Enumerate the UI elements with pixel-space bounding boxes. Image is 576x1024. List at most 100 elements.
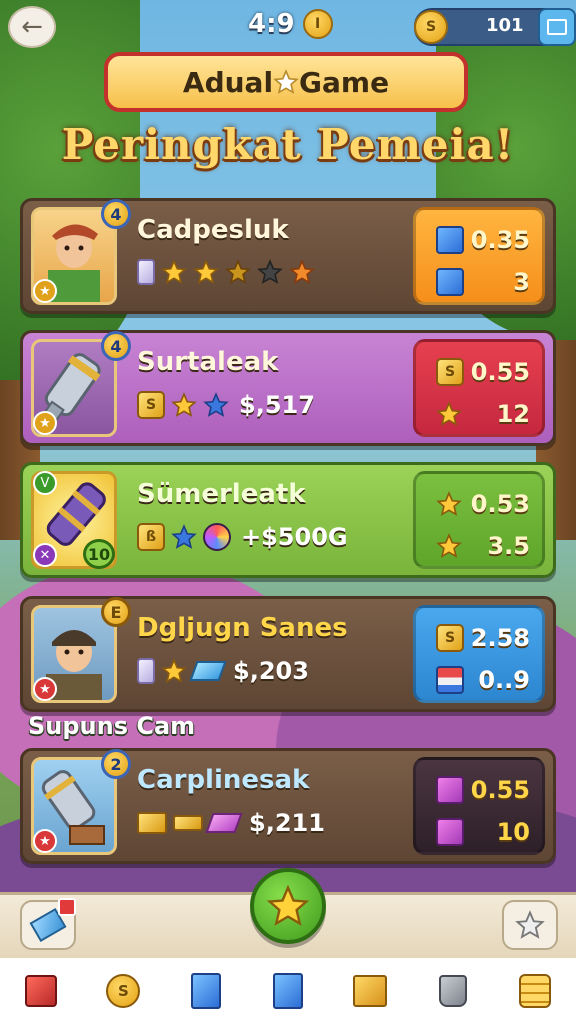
score-line: 0.53 [436, 484, 530, 524]
page-title: Peringkat Pemeia! [61, 120, 515, 169]
rank-badge: E [101, 597, 131, 627]
nav-bank[interactable] [513, 969, 557, 1013]
coin-box-icon: ß [137, 523, 165, 551]
player-rewards: $,203 [137, 657, 309, 685]
rank-badge: 4 [101, 199, 131, 229]
nav-bag[interactable] [431, 969, 475, 1013]
gem-icon [137, 658, 155, 684]
coin-icon: I [302, 9, 333, 39]
score-value: 3.5 [487, 532, 530, 560]
score-panel: 0.53 3.5 [413, 471, 545, 569]
purple-crystal-icon [436, 818, 464, 846]
coin-box-icon: S [436, 624, 464, 652]
star-icon [171, 392, 197, 417]
blue-cube-icon [190, 973, 221, 1009]
nav-inventory[interactable] [184, 969, 228, 1013]
leaderboard-row[interactable]: 2 ★ Carplinesak $,211 0.55 10 [20, 748, 556, 864]
back-button[interactable]: ← [8, 6, 56, 48]
score-line: 0.55 [436, 770, 530, 810]
book-stack-icon [436, 666, 464, 694]
blue-gem-icon [189, 661, 227, 681]
reward-value: $,203 [233, 657, 309, 685]
score-panel: S 2.58 0..9 [413, 605, 545, 703]
rank-badge: 2 [101, 749, 131, 779]
currency-display: S 101 [414, 8, 576, 46]
score-line: S 0.55 [436, 352, 530, 392]
star-icon [436, 533, 462, 558]
leaderboard-row[interactable]: 4 ★ Cadpesluk 0.35 3 [20, 198, 556, 314]
star-icon [289, 259, 315, 284]
blue-star-icon [203, 392, 229, 417]
score-value: 0.55 [470, 776, 530, 804]
leaderboard-row[interactable]: V ✕ 10 Sümerleatk ß +$500G 0.53 3.5 [20, 462, 556, 578]
score-value: 12 [496, 400, 530, 428]
star-icon [225, 259, 251, 284]
star-icon [161, 658, 187, 683]
star-icon [266, 884, 310, 926]
nav-coins[interactable]: S [101, 969, 145, 1013]
tag-button[interactable] [20, 898, 76, 950]
star-icon [273, 69, 299, 94]
player-name: Carplinesak [137, 765, 310, 795]
blue-star-icon [171, 524, 197, 549]
red-box-icon [25, 975, 58, 1007]
timer-text: 4:9 [248, 9, 295, 39]
favorite-button[interactable] [250, 868, 326, 944]
reward-value: $,517 [239, 391, 315, 419]
star-empty-icon [257, 259, 283, 284]
score-value: 2.58 [470, 624, 530, 652]
score-value: 3 [513, 268, 530, 296]
pink-gem-icon [205, 813, 243, 833]
section-label: Supuns Cam [28, 712, 196, 740]
gold-bars-icon [137, 812, 167, 834]
score-line: 3 [436, 262, 530, 302]
currency-value: 101 [486, 15, 524, 36]
nav-rewards[interactable] [348, 969, 392, 1013]
gem-icon [137, 259, 155, 285]
star-icon [436, 401, 462, 426]
score-value: 0.53 [470, 490, 530, 518]
star-icon [161, 259, 187, 284]
purple-cube-icon [436, 776, 464, 804]
notification-flag-icon [58, 898, 76, 916]
player-rewards: ß +$500G [137, 523, 348, 551]
rank-badge: 10 [83, 539, 115, 569]
score-line: 0.35 [436, 220, 530, 260]
bag-icon [438, 975, 467, 1007]
score-line: 12 [436, 394, 530, 434]
star-icon [193, 259, 219, 284]
bottom-nav: S [0, 958, 576, 1024]
nav-shop[interactable] [19, 969, 63, 1013]
coin-box-icon: S [137, 391, 165, 419]
back-arrow-icon: ← [21, 12, 43, 42]
score-panel: 0.55 10 [413, 757, 545, 855]
rank-badge: 4 [101, 331, 131, 361]
score-line: 10 [436, 812, 530, 852]
player-rewards: S $,517 [137, 391, 315, 419]
title-plate: Adual Game [104, 52, 468, 112]
nav-items[interactable] [266, 969, 310, 1013]
score-panel: 0.35 3 [413, 207, 545, 305]
wallet-button[interactable] [538, 8, 576, 46]
star-badge-icon: ★ [33, 677, 57, 701]
title-left: Adual [182, 65, 274, 99]
score-line: S 2.58 [436, 618, 530, 658]
rate-button[interactable] [502, 900, 558, 950]
blue-cube-icon [272, 973, 303, 1009]
coin-icon: S [414, 10, 448, 44]
blue-cube-icon [436, 268, 464, 296]
top-badge: V [33, 471, 57, 495]
coin-stack-icon [518, 974, 551, 1008]
score-value: 10 [496, 818, 530, 846]
player-name: Surtaleak [137, 347, 279, 377]
score-value: 0.35 [470, 226, 530, 254]
star-badge-icon: ★ [33, 411, 57, 435]
leaderboard-row[interactable]: E ★ Dgljugn Sanes $,203 S 2.58 0..9 [20, 596, 556, 712]
coin-box-icon: S [436, 358, 464, 386]
blue-cube-icon [436, 226, 464, 254]
score-value: 0.55 [470, 358, 530, 386]
player-rewards: $,211 [137, 809, 325, 837]
reward-value: +$500G [241, 523, 348, 551]
leaderboard-row[interactable]: 4 ★ Surtaleak S $,517 S 0.55 12 [20, 330, 556, 446]
gold-bars-icon [353, 975, 388, 1007]
